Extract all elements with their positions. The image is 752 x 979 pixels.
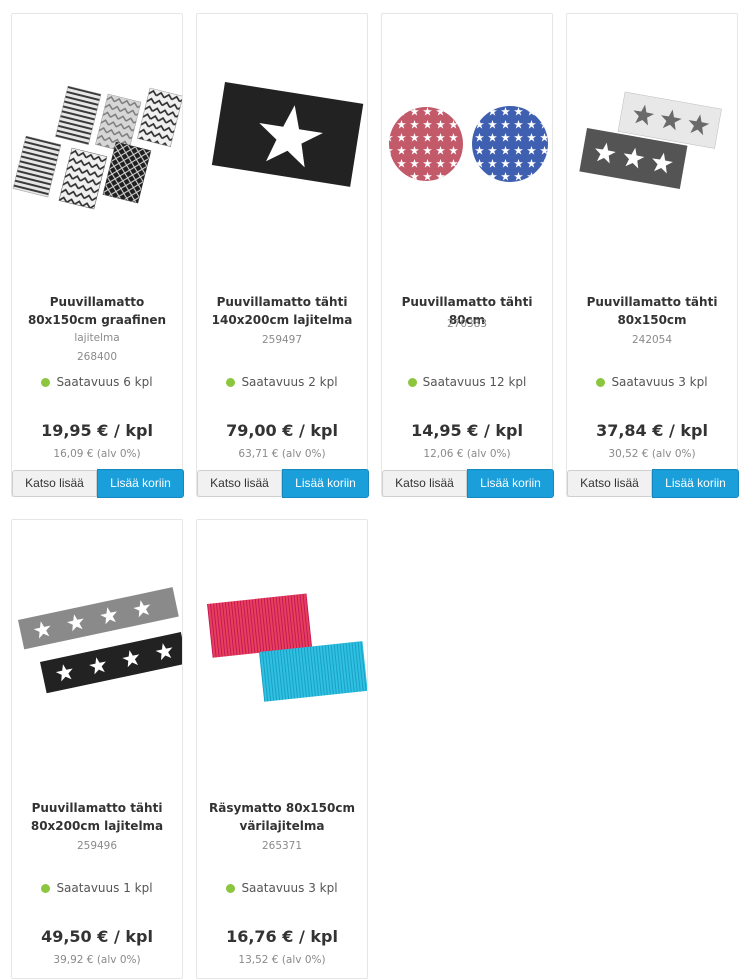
product-price-vat0: 30,52 € (alv 0%) — [608, 448, 696, 460]
availability-text: Saatavuus 3 kpl — [241, 881, 338, 895]
product-card: Puuvillamatto 80x150cm graafinen lajitel… — [11, 13, 184, 498]
availability: Saatavuus 3 kpl — [197, 880, 367, 896]
product-code: 265371 — [261, 840, 303, 852]
product-title[interactable]: Puuvillamatto tähti 80x150cm — [573, 293, 731, 329]
product-code: 268400 — [76, 351, 118, 363]
product-price-vat0: 39,92 € (alv 0%) — [53, 954, 141, 966]
product-price-vat0: 12,06 € (alv 0%) — [423, 448, 511, 460]
product-code: 259497 — [261, 334, 303, 346]
product-card: Puuvillamatto tähti 80x200cm lajitelma 2… — [11, 519, 183, 979]
availability-dot-icon — [226, 378, 236, 387]
availability-text: Saatavuus 12 kpl — [422, 375, 527, 389]
availability: Saatavuus 2 kpl — [197, 374, 367, 390]
three-star-rugs-image[interactable] — [567, 14, 737, 284]
rag-rugs-image[interactable] — [197, 520, 367, 790]
availability-dot-icon — [596, 378, 606, 387]
star-rug-image[interactable] — [197, 14, 367, 284]
product-price: 19,95 € / kpl — [41, 421, 153, 440]
product-price: 49,50 € / kpl — [41, 927, 153, 946]
read-more-button[interactable]: Katso lisää — [197, 470, 282, 497]
availability: Saatavuus 12 kpl — [382, 374, 552, 390]
product-code: 242054 — [631, 334, 673, 346]
product-card: Puuvillamatto tähti 140x200cm lajitelma … — [196, 13, 369, 498]
read-more-button[interactable]: Katso lisää — [12, 470, 97, 497]
product-title[interactable]: Puuvillamatto 80x150cm graafinen — [18, 293, 176, 329]
add-to-cart-button[interactable]: Lisää koriin — [467, 469, 554, 498]
availability-dot-icon — [407, 378, 417, 387]
product-price-vat0: 16,09 € (alv 0%) — [53, 448, 141, 460]
product-card: Puuvillamatto tähti 80x150cm 242054 Saat… — [566, 13, 739, 498]
product-price-vat0: 63,71 € (alv 0%) — [238, 448, 326, 460]
product-price: 79,00 € / kpl — [226, 421, 338, 440]
product-title[interactable]: Puuvillamatto tähti 140x200cm lajitelma — [203, 293, 361, 329]
graphic-rugs-image[interactable] — [12, 14, 182, 284]
product-variant: lajitelma — [74, 332, 120, 344]
product-card: Räsymatto 80x150cm värilajitelma 265371 … — [196, 519, 368, 979]
add-to-cart-button[interactable]: Lisää koriin — [282, 469, 369, 498]
runner-star-rugs-image[interactable] — [12, 520, 182, 790]
product-price-vat0: 13,52 € (alv 0%) — [238, 954, 326, 966]
availability: Saatavuus 6 kpl — [12, 374, 182, 390]
product-price: 16,76 € / kpl — [226, 927, 338, 946]
availability-text: Saatavuus 6 kpl — [56, 375, 153, 389]
availability-dot-icon — [226, 884, 236, 893]
availability-dot-icon — [41, 378, 51, 387]
availability-text: Saatavuus 2 kpl — [241, 375, 338, 389]
product-title[interactable]: Räsymatto 80x150cm värilajitelma — [203, 799, 361, 835]
read-more-button[interactable]: Katso lisää — [382, 470, 467, 497]
product-card: Puuvillamatto tähti 80cm 270383 Saatavuu… — [381, 13, 554, 498]
product-code: 270383 — [446, 318, 488, 330]
availability-text: Saatavuus 1 kpl — [56, 881, 153, 895]
add-to-cart-button[interactable]: Lisää koriin — [652, 469, 739, 498]
product-code: 259496 — [76, 840, 118, 852]
product-price: 37,84 € / kpl — [596, 421, 708, 440]
round-star-rugs-image[interactable] — [382, 14, 552, 284]
availability: Saatavuus 1 kpl — [12, 880, 182, 896]
read-more-button[interactable]: Katso lisää — [567, 470, 652, 497]
product-title[interactable]: Puuvillamatto tähti 80x200cm lajitelma — [18, 799, 176, 835]
availability: Saatavuus 3 kpl — [567, 374, 737, 390]
availability-text: Saatavuus 3 kpl — [611, 375, 708, 389]
availability-dot-icon — [41, 884, 51, 893]
product-price: 14,95 € / kpl — [411, 421, 523, 440]
add-to-cart-button[interactable]: Lisää koriin — [97, 469, 184, 498]
